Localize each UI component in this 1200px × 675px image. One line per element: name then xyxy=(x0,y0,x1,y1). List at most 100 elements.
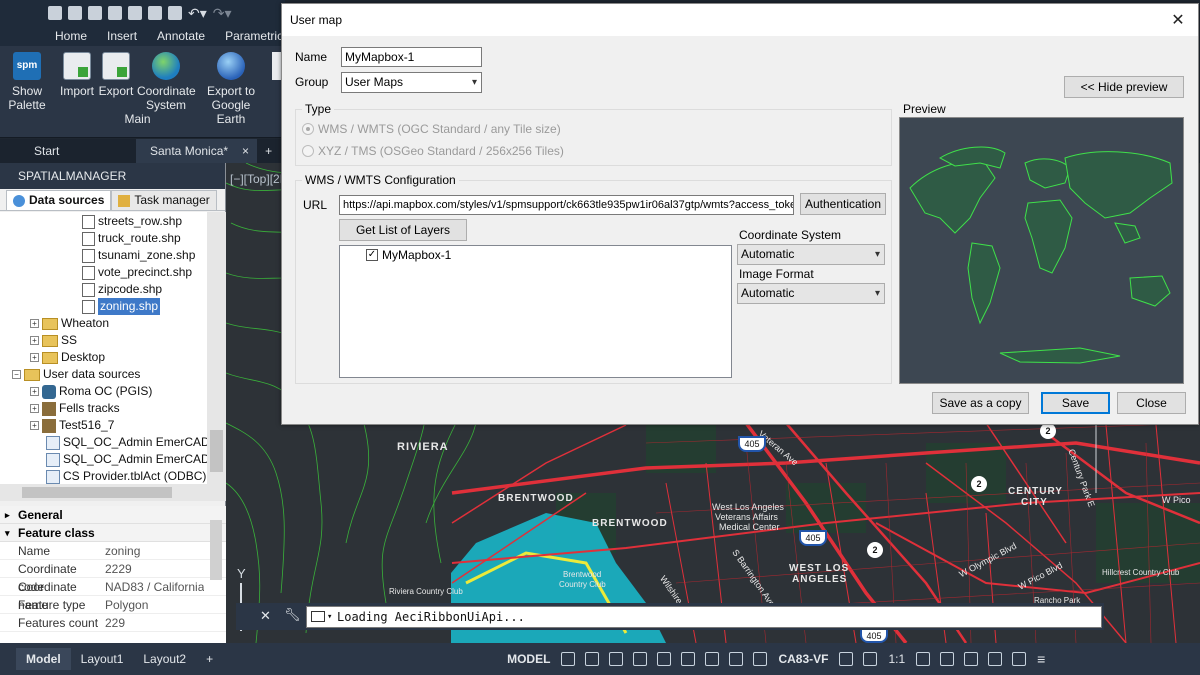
tab-task-manager[interactable]: Task manager xyxy=(111,190,217,210)
tree-table[interactable]: CS Provider.tblAct (ODBC) xyxy=(46,468,206,484)
ortho-icon[interactable] xyxy=(609,652,624,666)
tree-vertical-scrollbar[interactable] xyxy=(207,212,226,484)
annotation-scale[interactable]: 1:1 xyxy=(882,652,911,666)
hide-preview-button[interactable]: << Hide preview xyxy=(1064,76,1184,98)
type-radio-wms[interactable]: WMS / WMTS (OGC Standard / any Tile size… xyxy=(302,122,561,136)
snap-icon[interactable] xyxy=(585,652,600,666)
tree-item[interactable]: tsunami_zone.shp xyxy=(82,247,195,264)
section-general[interactable]: ▸ General xyxy=(0,506,226,524)
lineweight-icon[interactable] xyxy=(729,652,744,666)
model-space-button[interactable]: MODEL xyxy=(501,652,556,666)
authentication-button[interactable]: Authentication xyxy=(800,193,886,215)
close-icon[interactable]: ✕ xyxy=(260,608,271,624)
tree-folder[interactable]: + Wheaton xyxy=(30,315,109,332)
tab-annotate[interactable]: Annotate xyxy=(157,29,205,43)
tree-table[interactable]: SQL_OC_Admin EmerCAD In xyxy=(46,451,207,468)
export-button[interactable]: Export xyxy=(97,52,135,98)
image-format-select[interactable]: Automatic ▾ xyxy=(737,283,885,304)
expand-icon[interactable]: + xyxy=(30,336,39,345)
expand-icon[interactable]: + xyxy=(30,421,39,430)
expand-icon[interactable]: + xyxy=(30,404,39,413)
plus-icon[interactable] xyxy=(940,652,955,666)
collapse-icon[interactable]: − xyxy=(12,370,21,379)
tab-start[interactable]: Start xyxy=(0,139,136,163)
close-button[interactable]: Close xyxy=(1117,392,1186,414)
expand-icon[interactable]: + xyxy=(30,319,39,328)
expand-icon[interactable]: + xyxy=(30,387,39,396)
properties-scrollbar[interactable] xyxy=(210,520,222,580)
command-input[interactable]: ▾ Loading AeciRibbonUiApi... xyxy=(306,606,1102,628)
collapse-arrow-icon[interactable]: ▾ xyxy=(5,524,10,542)
save-as-copy-button[interactable]: Save as a copy xyxy=(932,392,1029,414)
tree-horizontal-scrollbar[interactable] xyxy=(0,484,226,501)
menu-icon[interactable]: ≡ xyxy=(1031,651,1051,667)
annotation-icon[interactable] xyxy=(839,652,854,666)
tree-item[interactable]: truck_route.shp xyxy=(82,230,181,247)
close-icon[interactable]: ✕ xyxy=(1168,10,1188,30)
hardware-acceleration-icon[interactable] xyxy=(988,652,1003,666)
tree-folder[interactable]: + Desktop xyxy=(30,349,105,366)
grid-icon[interactable] xyxy=(561,652,576,666)
tree-item[interactable]: streets_row.shp xyxy=(82,213,182,230)
object-snap-icon[interactable] xyxy=(705,652,720,666)
layout-tab-layout1[interactable]: Layout1 xyxy=(71,648,134,670)
gear-icon[interactable] xyxy=(916,652,931,666)
collapse-arrow-icon[interactable]: ▸ xyxy=(5,506,10,524)
coordinate-system-status[interactable]: CA83-VF xyxy=(772,652,834,666)
location-pin-icon[interactable] xyxy=(753,652,768,666)
tab-insert[interactable]: Insert xyxy=(107,29,137,43)
layer-list[interactable]: ✓ MyMapbox-1 xyxy=(339,245,732,378)
save-icon[interactable] xyxy=(88,6,102,20)
layout-tab-layout2[interactable]: Layout2 xyxy=(133,648,196,670)
clean-screen-icon[interactable] xyxy=(1012,652,1027,666)
polar-icon[interactable] xyxy=(633,652,648,666)
scroll-thumb[interactable] xyxy=(22,487,172,498)
tab-santa-monica[interactable]: Santa Monica* xyxy=(136,139,235,163)
close-tab-icon[interactable]: × xyxy=(234,139,258,163)
tree-item[interactable]: zipcode.shp xyxy=(82,281,162,298)
app-menu[interactable] xyxy=(0,0,42,26)
print-icon[interactable] xyxy=(168,6,182,20)
tree-item[interactable]: vote_precinct.shp xyxy=(82,264,192,281)
tab-home[interactable]: Home xyxy=(55,29,87,43)
autoscale-icon[interactable] xyxy=(863,652,878,666)
wrench-icon[interactable]: 🔧︎ xyxy=(284,607,301,623)
tree-item-selected[interactable]: zoning.shp xyxy=(82,298,161,315)
data-source-tree[interactable]: streets_row.shp truck_route.shp tsunami_… xyxy=(0,212,207,484)
new-tab-icon[interactable]: + xyxy=(257,139,280,163)
tree-datasource[interactable]: + Test516_7 xyxy=(30,417,114,434)
tree-table[interactable]: SQL_OC_Admin EmerCAD.A xyxy=(46,434,207,451)
tree-root[interactable]: − User data sources xyxy=(12,366,140,383)
isolate-icon[interactable] xyxy=(964,652,979,666)
layer-item[interactable]: ✓ MyMapbox-1 xyxy=(366,248,451,262)
tree-datasource[interactable]: + Fells tracks xyxy=(30,400,120,417)
tab-data-sources[interactable]: Data sources xyxy=(6,190,112,210)
section-feature-class[interactable]: ▾ Feature class xyxy=(0,524,226,542)
import-button[interactable]: Import xyxy=(57,52,97,98)
save-web-icon[interactable] xyxy=(148,6,162,20)
group-select[interactable]: User Maps ▾ xyxy=(341,72,482,93)
open-web-icon[interactable] xyxy=(128,6,142,20)
save-button[interactable]: Save xyxy=(1041,392,1110,414)
tree-datasource[interactable]: + Roma OC (PGIS) xyxy=(30,383,152,400)
new-icon[interactable] xyxy=(48,6,62,20)
isodraft-icon[interactable] xyxy=(657,652,672,666)
open-icon[interactable] xyxy=(68,6,82,20)
redo-icon[interactable]: ↷▾ xyxy=(213,5,232,22)
add-layout-icon[interactable]: + xyxy=(196,648,223,670)
coordinate-system-select[interactable]: Automatic ▾ xyxy=(737,244,885,265)
show-palette-button[interactable]: spm Show Palette xyxy=(6,52,48,112)
coordinate-system-button[interactable]: Coordinate System xyxy=(137,52,196,112)
save-as-icon[interactable] xyxy=(108,6,122,20)
type-radio-xyz[interactable]: XYZ / TMS (OSGeo Standard / 256x256 Tile… xyxy=(302,144,564,158)
undo-icon[interactable]: ↶▾ xyxy=(188,5,207,22)
url-field[interactable]: https://api.mapbox.com/styles/v1/spmsupp… xyxy=(339,195,794,215)
chevron-down-icon[interactable]: ▾ xyxy=(327,607,332,627)
checkbox-checked-icon[interactable]: ✓ xyxy=(366,249,378,261)
name-field[interactable]: MyMapbox-1 xyxy=(341,47,482,67)
tab-parametric[interactable]: Parametric xyxy=(225,29,283,43)
tree-folder[interactable]: + SS xyxy=(30,332,77,349)
expand-icon[interactable]: + xyxy=(30,353,39,362)
scroll-thumb[interactable] xyxy=(210,430,223,472)
get-list-of-layers-button[interactable]: Get List of Layers xyxy=(339,219,467,241)
